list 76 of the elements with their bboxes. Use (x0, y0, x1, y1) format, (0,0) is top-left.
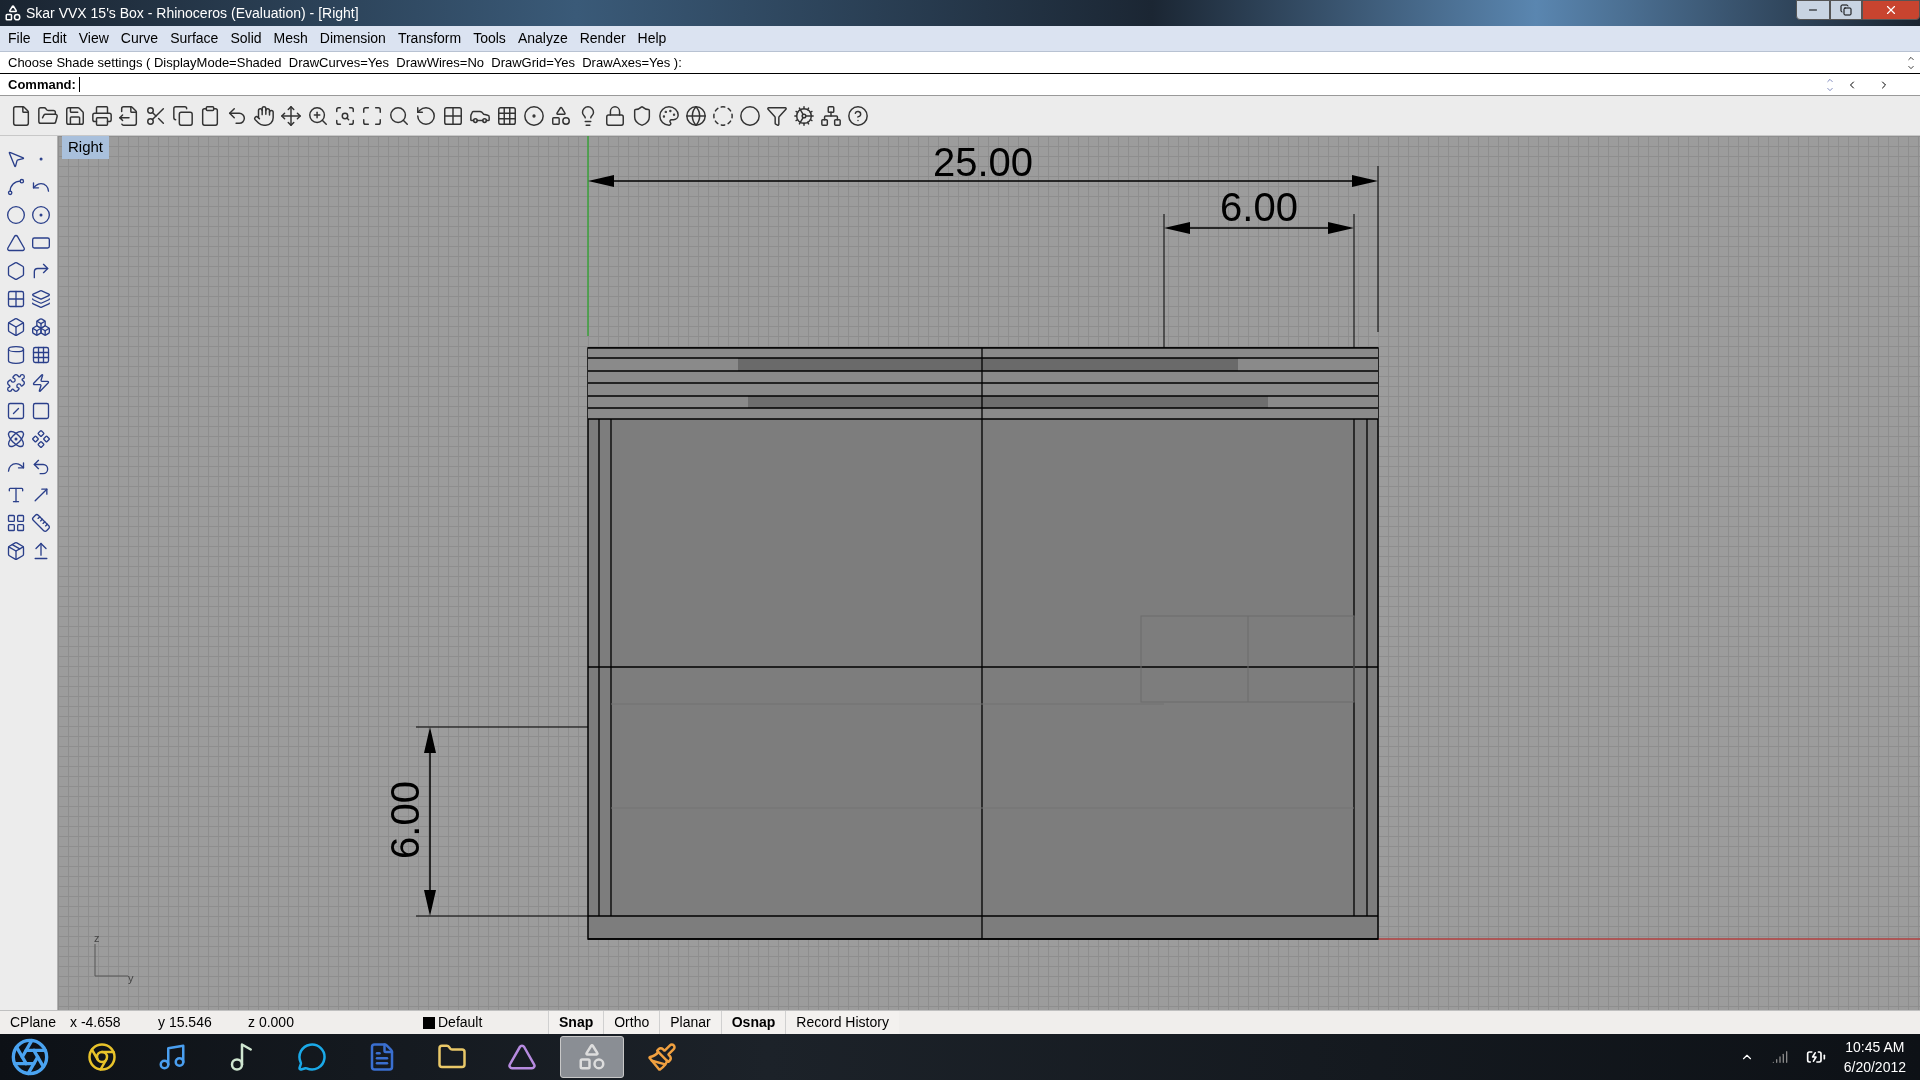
printer-icon[interactable] (91, 104, 113, 127)
menu-item[interactable]: Mesh (267, 28, 314, 49)
clock[interactable]: 10:45 AM 6/20/2012 (1843, 1037, 1906, 1077)
axis-label: z (94, 932, 100, 944)
music-note-icon (157, 1042, 187, 1072)
menu-item[interactable]: Edit (36, 28, 73, 49)
puzzle-icon[interactable] (5, 372, 26, 394)
dimension-text: 6.00 (1220, 185, 1298, 229)
funnel-icon[interactable] (766, 104, 788, 127)
help-icon[interactable] (847, 104, 869, 127)
cplane-label: CPlane (10, 1013, 57, 1032)
maximize-button[interactable] (1830, 0, 1862, 20)
shield-icon[interactable] (631, 104, 653, 127)
menu-item[interactable]: Render (573, 28, 632, 49)
command-label: Command: (8, 75, 76, 94)
restore-icon (1840, 4, 1852, 16)
chat-icon (297, 1042, 327, 1072)
lock-icon[interactable] (604, 104, 626, 127)
array-icon[interactable] (5, 512, 26, 534)
menu-item[interactable]: Tools (467, 28, 512, 49)
layer-color-swatch[interactable] (423, 1016, 435, 1029)
menu-item[interactable]: Analyze (511, 28, 574, 49)
cube-icon[interactable] (5, 316, 26, 338)
mesh-icon[interactable] (31, 344, 52, 366)
grid-plane-icon[interactable] (496, 104, 518, 127)
triangle-icon (507, 1042, 537, 1072)
polygon-icon[interactable] (5, 260, 26, 282)
text-cursor (78, 77, 80, 92)
globe-icon[interactable] (685, 104, 707, 127)
paste-icon[interactable] (199, 104, 221, 127)
command-history-text: Choose Shade settings ( DisplayMode=Shaded DrawCurves=Yes DrawWires=No DrawGrid=Yes DrawAxes=Yes ): (8, 53, 682, 72)
zoom-window-icon[interactable] (334, 104, 356, 127)
sphere-icon[interactable] (739, 104, 761, 127)
new-file-icon[interactable] (10, 104, 32, 127)
point-icon[interactable] (523, 104, 545, 127)
circle-icon[interactable] (5, 204, 26, 226)
dimension-text: 25.00 (932, 140, 1034, 184)
minimize-button[interactable] (1796, 0, 1830, 20)
solid-box-icon[interactable] (5, 540, 26, 562)
menu-item[interactable]: Surface (164, 28, 225, 49)
window-title: Skar VVX 15's Box - Rhinoceros (Evaluation) - [Right] (26, 3, 359, 23)
menu-item[interactable]: Help (631, 28, 673, 49)
menu-item[interactable]: Dimension (313, 28, 392, 49)
clock-date: 6/20/2012 (1843, 1058, 1906, 1077)
z-coordinate: z 0.000 (248, 1013, 295, 1032)
close-icon (1884, 3, 1898, 17)
menu-item[interactable]: Solid (224, 28, 268, 49)
cut-icon[interactable] (145, 104, 167, 127)
x-coordinate: x -4.658 (70, 1013, 122, 1032)
menu-item[interactable]: Curve (114, 28, 165, 49)
y-coordinate: y 15.546 (158, 1013, 213, 1032)
cylinder-icon[interactable] (5, 344, 26, 366)
zoom-icon[interactable] (307, 104, 329, 127)
signal-bars-icon[interactable] (1771, 1049, 1788, 1065)
axis-label: y (128, 972, 134, 984)
layer-name[interactable]: Default (438, 1012, 548, 1033)
axis-gizmo-icon (94, 943, 129, 977)
export-icon[interactable] (118, 104, 140, 127)
gear-icon[interactable] (793, 104, 815, 127)
viewport-title[interactable]: Right (62, 136, 110, 159)
viewport[interactable]: Right 25.00 6.00 6.00 z y (58, 136, 1920, 1010)
viewport-layout-icon[interactable] (442, 104, 464, 127)
close-button[interactable] (1862, 0, 1920, 20)
menu-item[interactable]: View (72, 28, 115, 49)
open-folder-icon[interactable] (37, 104, 59, 127)
menu-item[interactable]: Transform (391, 28, 468, 49)
copy-icon[interactable] (172, 104, 194, 127)
dimension-text: 6.00 (382, 781, 427, 859)
tree-diagram-icon[interactable] (820, 104, 842, 127)
clock-time: 10:45 AM (1845, 1038, 1905, 1057)
shapes-icon[interactable] (550, 104, 572, 127)
save-icon[interactable] (64, 104, 86, 127)
zoom-extents-icon[interactable] (361, 104, 383, 127)
menu-item[interactable]: File (2, 28, 37, 49)
pan-hand-icon[interactable] (253, 104, 275, 127)
zoom-selected-icon[interactable] (388, 104, 410, 127)
